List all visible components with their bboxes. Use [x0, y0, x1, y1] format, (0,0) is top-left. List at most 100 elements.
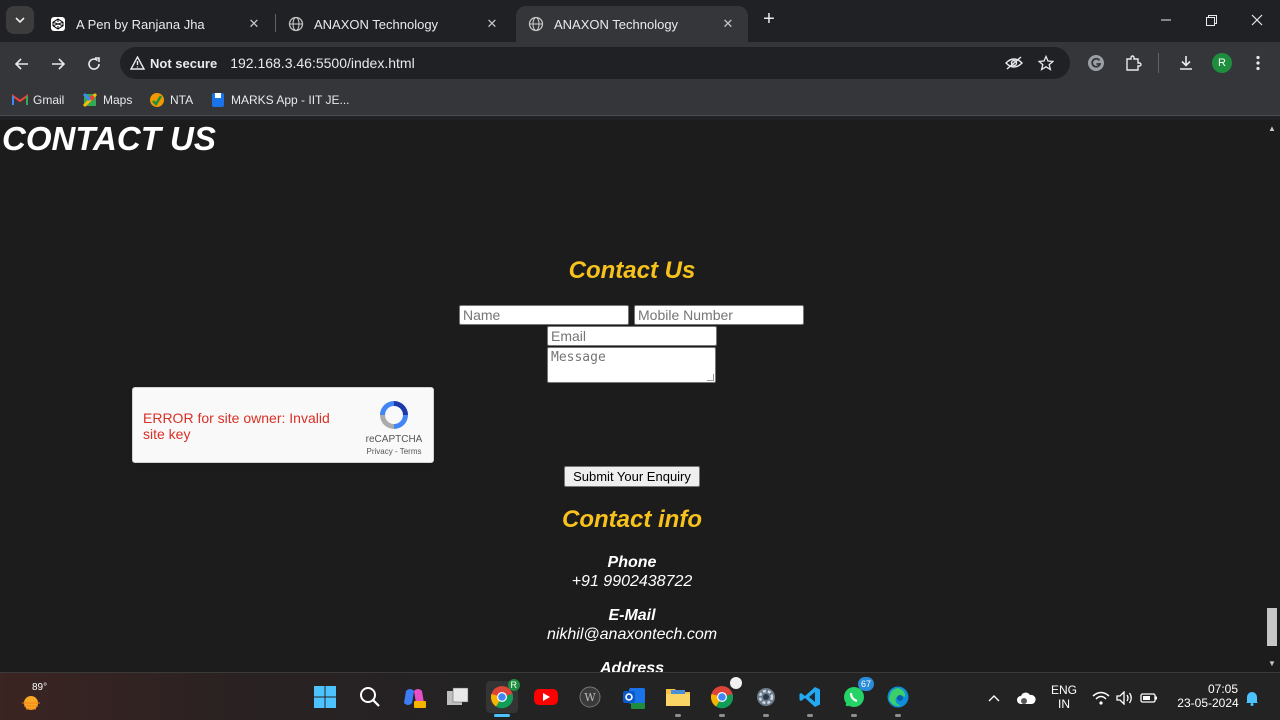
active-app-indicator	[494, 714, 510, 717]
taskbar-chrome[interactable]	[706, 677, 742, 717]
recaptcha-widget[interactable]: ERROR for site owner: Invalid site key r…	[132, 387, 434, 463]
tab-anaxon-1[interactable]: ANAXON Technology ✕	[276, 6, 512, 42]
bookmark-nta[interactable]: NTA	[149, 92, 193, 108]
name-input[interactable]	[459, 305, 629, 325]
taskbar-file-explorer[interactable]	[662, 681, 694, 717]
phone-label: Phone	[607, 554, 657, 571]
contact-info-title: Contact info	[562, 506, 702, 533]
email-value: nikhil@anaxontech.com	[546, 626, 718, 643]
globe-icon	[288, 16, 304, 32]
email-input[interactable]	[547, 326, 717, 346]
tab-pen-ranjana[interactable]: A Pen by Ranjana Jha ✕	[38, 6, 274, 42]
submit-enquiry-button[interactable]: Submit Your Enquiry	[564, 466, 700, 487]
taskbar-whatsapp[interactable]: 67	[838, 677, 874, 717]
bookmark-marks-app[interactable]: MARKS App - IIT JE...	[210, 92, 349, 108]
reload-button[interactable]	[80, 50, 108, 78]
minimize-button[interactable]	[1143, 0, 1189, 40]
phone-value: +91 9902438722	[571, 573, 693, 590]
recaptcha-links: Privacy - Terms	[358, 447, 430, 456]
notification-bell-icon[interactable]	[1243, 689, 1261, 707]
extensions-icon[interactable]	[1123, 53, 1143, 73]
download-icon[interactable]	[1176, 53, 1196, 73]
running-app-indicator	[763, 714, 769, 717]
taskbar-wordpress[interactable]: W	[574, 681, 606, 713]
taskbar-settings[interactable]	[750, 681, 782, 717]
running-app-indicator	[719, 714, 725, 717]
taskbar-edge[interactable]	[882, 681, 914, 717]
wifi-icon[interactable]	[1092, 689, 1110, 707]
running-app-indicator	[675, 714, 681, 717]
address-label: Address	[599, 660, 665, 672]
clock-time: 07:05	[1207, 682, 1238, 696]
tab-strip: A Pen by Ranjana Jha ✕ ANAXON Technology…	[0, 0, 1280, 42]
more-menu-icon[interactable]	[1248, 53, 1268, 73]
bookmark-maps[interactable]: Maps	[82, 92, 132, 108]
security-indicator[interactable]: Not secure	[130, 56, 217, 71]
globe-icon	[528, 16, 544, 32]
bookmark-gmail[interactable]: Gmail	[12, 92, 64, 108]
resize-handle[interactable]	[707, 374, 714, 381]
taskbar-task-view[interactable]	[442, 681, 474, 713]
onedrive-cloud-icon[interactable]	[1016, 689, 1036, 707]
start-button[interactable]	[309, 681, 341, 713]
url-text[interactable]: 192.168.3.46:5500/index.html	[230, 55, 414, 71]
running-app-indicator	[895, 714, 901, 717]
language-line-2: IN	[1058, 697, 1070, 711]
browser-toolbar: Not secure 192.168.3.46:5500/index.html …	[0, 42, 1280, 84]
chrome-profile-badge: R	[507, 679, 520, 691]
tab-anaxon-2-active[interactable]: ANAXON Technology ✕	[516, 6, 748, 42]
weather-temperature: 89°	[32, 682, 48, 693]
address-bar[interactable]: Not secure 192.168.3.46:5500/index.html	[120, 47, 1070, 79]
taskbar-outlook-new[interactable]	[618, 681, 650, 713]
task-view-icon	[447, 687, 469, 705]
profile-avatar[interactable]: R	[1212, 53, 1232, 73]
mobile-number-input[interactable]	[634, 305, 804, 325]
taskbar-youtube[interactable]	[530, 681, 562, 713]
close-icon[interactable]: ✕	[246, 16, 262, 32]
scroll-down-arrow-icon[interactable]: ▼	[1268, 660, 1276, 668]
recaptcha-privacy-link[interactable]: Privacy	[367, 447, 393, 456]
reload-icon	[88, 57, 100, 70]
back-button[interactable]	[8, 50, 36, 78]
battery-icon[interactable]	[1140, 689, 1158, 707]
scroll-up-arrow-icon[interactable]: ▲	[1268, 125, 1276, 133]
clock[interactable]: 07:05 23-05-2024	[1170, 682, 1246, 710]
message-textarea[interactable]: Message	[547, 347, 716, 383]
folder-icon	[666, 689, 690, 706]
tab-search-button[interactable]	[6, 6, 34, 34]
language-indicator[interactable]: ENG IN	[1046, 683, 1082, 711]
chevron-up-icon[interactable]	[985, 689, 1003, 707]
running-app-indicator	[807, 714, 813, 717]
arrow-right-icon	[52, 58, 66, 70]
recaptcha-terms-link[interactable]: Terms	[400, 447, 422, 456]
eye-slash-icon[interactable]	[1004, 53, 1024, 73]
close-icon[interactable]: ✕	[484, 16, 500, 32]
vscode-icon	[799, 687, 820, 707]
taskbar-vscode[interactable]	[794, 681, 826, 717]
email-label: E-Mail	[608, 607, 656, 624]
toolbar-divider	[1158, 53, 1159, 73]
windows-taskbar: 89° R W 67 ENG IN 07:05 23-05-2024	[0, 672, 1280, 720]
close-icon[interactable]: ✕	[720, 16, 736, 32]
restore-button[interactable]	[1188, 0, 1234, 40]
volume-icon[interactable]	[1116, 689, 1134, 707]
outlook-icon	[623, 688, 645, 709]
chevron-down-icon	[15, 17, 25, 24]
taskbar-chrome-profile[interactable]: R	[486, 679, 520, 717]
star-icon[interactable]	[1036, 53, 1056, 73]
forward-button[interactable]	[44, 50, 72, 78]
scroll-thumb[interactable]	[1267, 608, 1277, 646]
page-scrollbar[interactable]: ▲ ▼	[1264, 120, 1280, 672]
security-label: Not secure	[150, 55, 218, 71]
grammarly-icon[interactable]	[1086, 53, 1106, 73]
minimize-icon	[1161, 19, 1171, 21]
gmail-icon	[12, 92, 28, 108]
chrome-profile-badge	[730, 677, 742, 689]
close-window-button[interactable]	[1234, 0, 1280, 40]
taskbar-copilot[interactable]	[398, 681, 430, 713]
youtube-icon	[534, 689, 558, 705]
recaptcha-brand: reCAPTCHA	[365, 434, 423, 445]
new-tab-button[interactable]: +	[758, 9, 780, 31]
weather-widget[interactable]: 89°	[18, 681, 52, 713]
taskbar-search-button[interactable]	[354, 681, 386, 713]
